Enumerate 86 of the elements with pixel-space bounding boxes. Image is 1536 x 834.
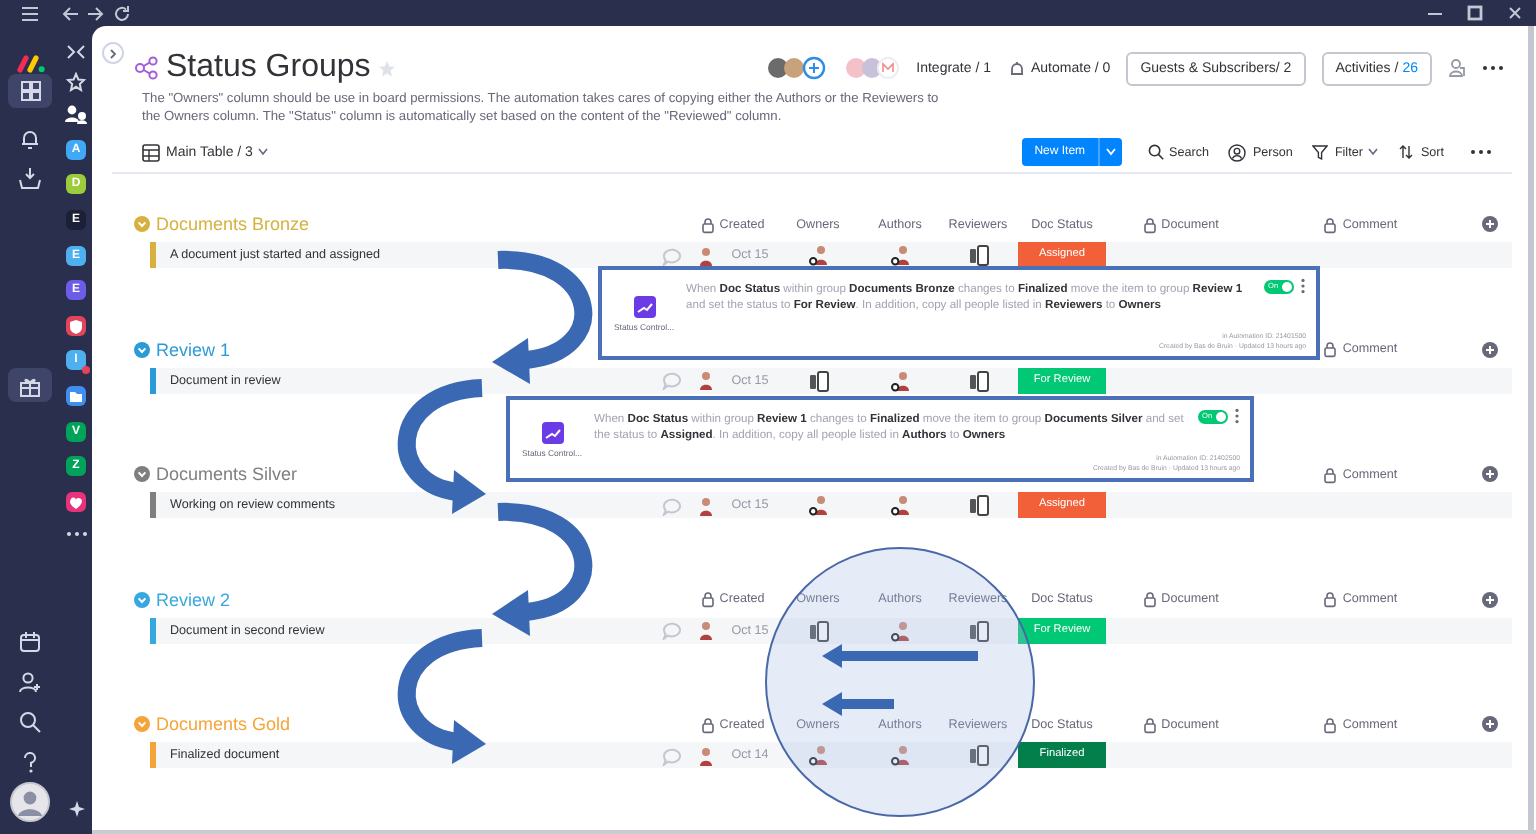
workspace-badge[interactable] <box>66 491 86 512</box>
lock-icon <box>1322 465 1339 483</box>
board-title: Status Groups <box>166 50 371 86</box>
group-title[interactable]: Review 2 <box>156 589 231 609</box>
user-avatar[interactable] <box>10 782 50 822</box>
menu-icon[interactable] <box>20 3 40 23</box>
group-title[interactable]: Documents Gold <box>156 714 291 734</box>
lock-icon <box>699 215 716 233</box>
lock-icon <box>1322 715 1339 733</box>
collapse-group-icon[interactable] <box>134 591 150 607</box>
reload-icon[interactable] <box>112 3 132 23</box>
nav-button[interactable] <box>8 74 52 108</box>
curved-arrow <box>492 251 592 384</box>
add-column-icon[interactable] <box>1481 716 1497 732</box>
search-icon <box>1147 144 1164 160</box>
workspace-badge[interactable] <box>66 315 86 336</box>
lock-icon <box>1322 340 1339 358</box>
robot-icon <box>1007 60 1025 76</box>
share-nodes-icon <box>134 56 158 80</box>
member-avatars-drawing[interactable] <box>768 56 829 80</box>
person-avatar <box>698 370 714 390</box>
person-avatar <box>698 745 714 765</box>
caret-icon <box>1368 148 1379 156</box>
lock-icon <box>1322 215 1339 233</box>
people-icon[interactable] <box>64 103 88 124</box>
collapse-group-icon[interactable] <box>134 466 150 482</box>
group-title[interactable]: Documents Silver <box>156 464 298 484</box>
expand-button[interactable] <box>102 42 124 64</box>
lock-icon <box>1141 590 1158 608</box>
gift-icon <box>18 373 42 397</box>
person-circle-icon <box>1228 143 1247 161</box>
tray-download-icon <box>18 165 42 189</box>
more-vertical-icon[interactable] <box>1300 278 1306 294</box>
lock-icon <box>1322 590 1339 608</box>
curved-arrow <box>398 629 486 764</box>
star-icon[interactable] <box>378 59 397 77</box>
curved-arrow <box>398 379 486 514</box>
person-avatar <box>698 245 714 265</box>
filter-icon <box>1312 144 1329 160</box>
table-icon <box>142 143 160 161</box>
grid-icon <box>19 80 41 102</box>
more-icon[interactable] <box>1482 64 1504 72</box>
sparkle-icon[interactable] <box>67 800 85 818</box>
workspace-badge[interactable] <box>66 385 86 406</box>
shield-icon <box>68 317 84 334</box>
lock-icon <box>699 715 716 733</box>
logo-icon[interactable] <box>15 52 45 74</box>
close-icon[interactable] <box>1506 4 1524 22</box>
curved-arrow <box>492 503 592 636</box>
more-icon[interactable] <box>1470 148 1492 156</box>
help-icon[interactable] <box>18 749 42 773</box>
back-arrow-icon[interactable] <box>60 3 80 23</box>
caret-icon <box>1105 148 1116 156</box>
add-column-icon[interactable] <box>1481 591 1497 607</box>
lock-icon <box>699 590 716 608</box>
lock-icon <box>1141 715 1158 733</box>
app-icon <box>541 421 563 443</box>
star-icon[interactable] <box>66 72 86 93</box>
folder-icon <box>68 387 84 404</box>
more-vertical-icon[interactable] <box>1234 408 1240 424</box>
add-column-icon[interactable] <box>1481 466 1497 482</box>
group-title[interactable]: Review 1 <box>156 339 231 359</box>
calendar-icon[interactable] <box>18 629 42 653</box>
forward-arrow-icon[interactable] <box>86 3 106 23</box>
sort-icon <box>1398 144 1415 160</box>
more-icon[interactable] <box>65 529 87 538</box>
integration-icons-drawing <box>844 56 901 80</box>
copy-person-icon[interactable] <box>1448 58 1466 78</box>
person-avatar <box>698 495 714 515</box>
chevron-right-icon <box>108 47 118 59</box>
straight-arrow <box>822 692 894 716</box>
collapse-icon[interactable] <box>66 41 86 62</box>
group-title[interactable]: Documents Bronze <box>156 214 310 234</box>
add-column-icon[interactable] <box>1481 216 1497 232</box>
collapse-group-icon[interactable] <box>134 341 150 357</box>
bell-icon <box>18 125 42 149</box>
heart-icon <box>68 493 84 510</box>
app-icon <box>633 295 655 317</box>
caret-icon <box>258 148 269 156</box>
person-avatar <box>698 620 714 640</box>
search-icon[interactable] <box>18 709 42 733</box>
restore-icon[interactable] <box>1466 4 1484 22</box>
lock-icon <box>1141 215 1158 233</box>
add-person-icon[interactable] <box>18 669 42 693</box>
nav-button[interactable] <box>8 368 52 402</box>
add-column-icon[interactable] <box>1481 341 1497 357</box>
